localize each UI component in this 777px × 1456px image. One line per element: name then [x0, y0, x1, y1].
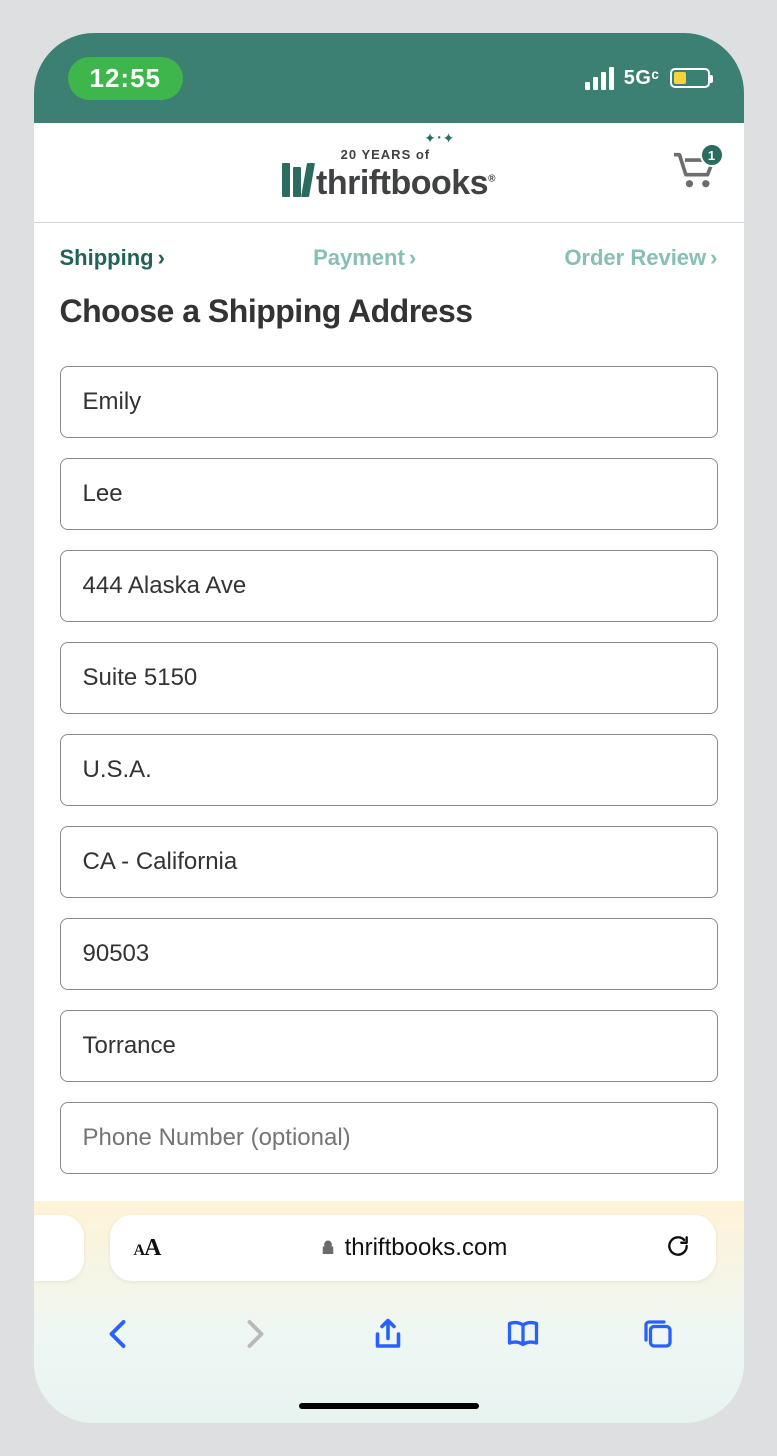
page-title: Choose a Shipping Address	[60, 293, 718, 330]
book-icon	[505, 1316, 541, 1352]
step-shipping[interactable]: Shipping ›	[60, 245, 165, 271]
text-size-small-a: A	[134, 1242, 145, 1259]
back-button[interactable]	[101, 1316, 137, 1357]
chevron-left-icon	[101, 1316, 137, 1352]
logo-tagline: 20 YEARS of	[341, 148, 431, 161]
step-shipping-label: Shipping	[60, 245, 154, 271]
browser-toolbar	[34, 1293, 744, 1379]
tabs-icon	[640, 1316, 676, 1352]
step-payment-label: Payment	[313, 245, 405, 271]
checkout-progress: Shipping › Payment › Order Review ›	[60, 245, 718, 271]
network-type: 5Gᶜ	[624, 67, 660, 90]
url-host-text: thriftbooks.com	[345, 1234, 508, 1262]
site-header: 20 YEARS of ✦ ･ ✦ thriftbooks® 1	[34, 123, 744, 223]
browser-chrome: AA thriftbooks.com	[34, 1201, 744, 1423]
text-size-large-a: A	[144, 1235, 160, 1261]
chevron-right-icon: ›	[158, 245, 165, 271]
device-frame: 12:55 5Gᶜ 20 YEARS of ✦ ･ ✦ thriftbooks®	[34, 33, 744, 1423]
shipping-form	[60, 366, 718, 1174]
site-logo[interactable]: 20 YEARS of ✦ ･ ✦ thriftbooks®	[282, 148, 495, 197]
reload-icon	[665, 1233, 691, 1259]
phone-field[interactable]	[60, 1102, 718, 1174]
status-bar: 12:55 5Gᶜ	[34, 33, 744, 123]
page-content: Shipping › Payment › Order Review › Choo…	[34, 223, 744, 1201]
forward-button	[236, 1316, 272, 1357]
text-size-button[interactable]: AA	[134, 1235, 161, 1262]
step-review-label: Order Review	[564, 245, 706, 271]
state-field[interactable]	[60, 826, 718, 898]
lock-icon	[319, 1239, 337, 1257]
status-time: 12:55	[68, 57, 184, 100]
address-line1-field[interactable]	[60, 550, 718, 622]
zip-field[interactable]	[60, 918, 718, 990]
battery-icon	[670, 68, 710, 88]
chevron-right-icon	[236, 1316, 272, 1352]
first-name-field[interactable]	[60, 366, 718, 438]
bookmarks-button[interactable]	[505, 1316, 541, 1357]
tabs-button[interactable]	[640, 1316, 676, 1357]
step-payment[interactable]: Payment ›	[313, 245, 416, 271]
chevron-right-icon: ›	[409, 245, 416, 271]
step-review[interactable]: Order Review ›	[564, 245, 717, 271]
chevron-right-icon: ›	[710, 245, 717, 271]
logo-text-b: books	[390, 164, 488, 202]
home-indicator[interactable]	[299, 1403, 479, 1409]
reload-button[interactable]	[665, 1233, 691, 1264]
address-bar[interactable]: AA thriftbooks.com	[110, 1215, 716, 1281]
cellular-signal-icon	[585, 67, 614, 90]
logo-text-a: thrift	[316, 164, 390, 202]
url-host: thriftbooks.com	[319, 1234, 508, 1262]
adjacent-tab-peek[interactable]	[34, 1215, 84, 1281]
city-field[interactable]	[60, 1010, 718, 1082]
share-button[interactable]	[370, 1316, 406, 1357]
last-name-field[interactable]	[60, 458, 718, 530]
country-field[interactable]	[60, 734, 718, 806]
logo-wordmark: thriftbooks®	[316, 166, 495, 200]
status-right: 5Gᶜ	[585, 67, 710, 90]
sparkle-icon: ✦ ･ ✦	[424, 131, 452, 145]
address-line2-field[interactable]	[60, 642, 718, 714]
share-icon	[370, 1316, 406, 1352]
cart-button[interactable]: 1	[672, 151, 716, 196]
books-icon	[282, 163, 312, 197]
urlbar-row: AA thriftbooks.com	[34, 1215, 744, 1281]
cart-count-badge: 1	[700, 143, 724, 167]
